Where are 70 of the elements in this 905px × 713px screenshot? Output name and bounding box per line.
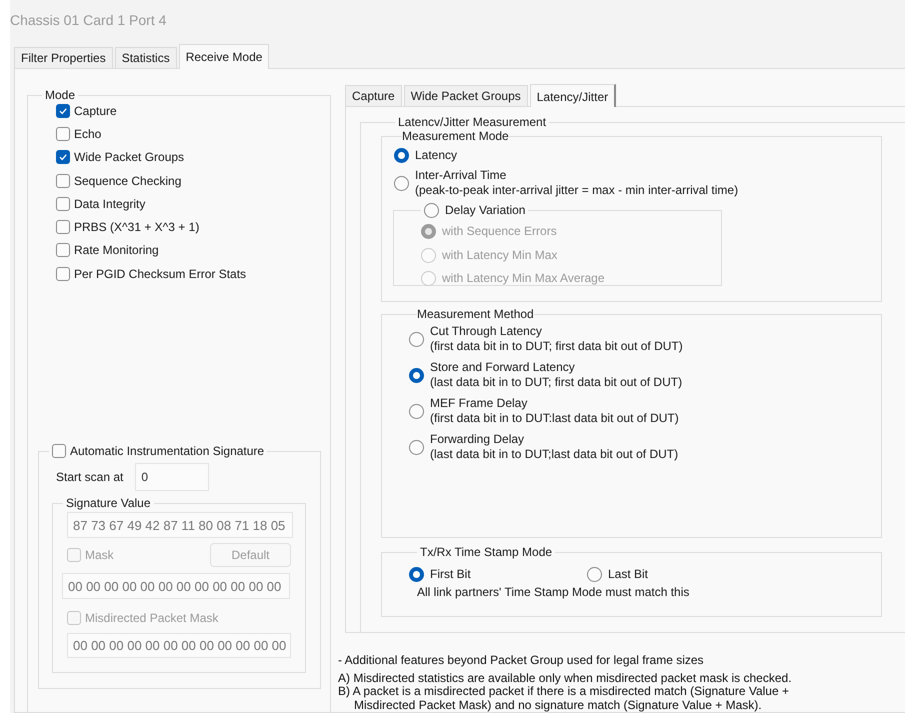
radio-description: (first data bit in to DUT:last data bit out of DUT) [430, 411, 679, 426]
radio-label: with Sequence Errors [442, 224, 557, 240]
radio-label: Forwarding Delay [430, 432, 526, 447]
radio-label: MEF Frame Delay [430, 396, 528, 411]
radio-button[interactable] [409, 440, 424, 454]
radio-label: Inter-Arrival Time [415, 168, 508, 183]
checkbox[interactable] [56, 174, 70, 188]
group-title: Measurement Method [417, 307, 534, 321]
radio-label: Store and Forward Latency [430, 360, 576, 375]
radio-description: (last data bit in to DUT;last data bit out of DUT) [430, 447, 678, 462]
checkbox-label: Capture [74, 104, 117, 118]
checkbox-label: PRBS (X^31 + X^3 + 1) [74, 220, 200, 234]
radio-button[interactable] [409, 566, 424, 582]
radio-label: First Bit [430, 566, 471, 582]
radio-button[interactable] [424, 202, 439, 218]
tab[interactable]: Capture [345, 85, 402, 106]
text-field[interactable]: 0 [135, 463, 210, 492]
tab[interactable]: Latency/Jitter [530, 84, 616, 107]
radio-label: Delay Variation [445, 202, 526, 218]
radio-button[interactable] [394, 148, 409, 162]
checkbox-label: Automatic Instrumentation Signature [70, 444, 264, 458]
checkbox[interactable] [56, 243, 70, 258]
checkbox[interactable] [52, 444, 66, 458]
group-title: Mode [45, 88, 76, 102]
checkbox[interactable] [56, 104, 70, 118]
radio-label: Latency [415, 148, 458, 162]
text-field[interactable]: 00 00 00 00 00 00 00 00 00 00 00 00 [62, 573, 290, 600]
checkbox-label: Per PGID Checksum Error Stats [74, 266, 246, 281]
checkbox-label: Mask [85, 548, 114, 562]
checkbox[interactable] [56, 150, 70, 164]
note-text: B) A packet is a misdirected packet if there is a misdirected match (Signature Value + Misdirected Packet Mask) and no signature match (Signature Value + Mask). [338, 685, 790, 712]
radio-button[interactable] [409, 332, 424, 346]
check-icon [58, 152, 68, 162]
checkbox[interactable] [56, 196, 70, 211]
checkbox-label: Echo [74, 126, 102, 141]
checkbox-label: Rate Monitoring [74, 243, 159, 258]
radio-label: Cut Through Latency [430, 324, 543, 339]
window-title: Chassis 01 Card 1 Port 4 [10, 11, 168, 30]
radio-description: (last data bit in to DUT; first data bit out of DUT) [430, 375, 682, 390]
checkbox-label: Wide Packet Groups [74, 150, 184, 164]
note-text: All link partners' Time Stamp Mode must match this [417, 585, 690, 599]
group-title: Tx/Rx Time Stamp Mode [420, 545, 552, 559]
group-title: Measurement Mode [402, 129, 509, 143]
note-text: - Additional features beyond Packet Group used for legal frame sizes [338, 654, 705, 668]
check-icon [58, 106, 68, 116]
text-field[interactable]: 00 00 00 00 00 00 00 00 00 00 00 00 [67, 633, 291, 658]
checkbox-label: Misdirected Packet Mask [85, 611, 218, 626]
radio-button[interactable] [409, 368, 424, 382]
tab[interactable]: Statistics [114, 47, 177, 68]
checkbox-label: Sequence Checking [74, 174, 182, 188]
radio-button[interactable] [394, 176, 409, 190]
checkbox[interactable] [56, 220, 70, 234]
group-title: Latencv/Jitter Measurement [398, 115, 546, 129]
tab[interactable]: Receive Mode [178, 44, 270, 69]
field-label: Start scan at [56, 470, 124, 484]
radio-description: (peak-to-peak inter-arrival jitter = max - min inter-arrival time) [415, 183, 738, 198]
tab[interactable]: Wide Packet Groups [404, 85, 528, 106]
note-text: A) Misdirected statistics are available only when misdirected packet mask is checked. [338, 672, 793, 685]
radio-label: with Latency Min Max Average [442, 271, 605, 286]
checkbox-label: Data Integrity [74, 196, 146, 211]
group-title: Signature Value [66, 496, 151, 510]
checkbox[interactable] [56, 266, 70, 281]
text-field[interactable]: 87 73 67 49 42 87 11 80 08 71 18 05 [67, 512, 293, 538]
radio-label: Last Bit [608, 566, 648, 582]
checkbox[interactable] [56, 126, 70, 141]
radio-button[interactable] [409, 404, 424, 418]
radio-label: with Latency Min Max [442, 248, 558, 263]
tab[interactable]: Filter Properties [14, 47, 113, 68]
radio-description: (first data bit in to DUT; first data bit out of DUT) [430, 339, 683, 354]
radio-button[interactable] [587, 566, 602, 582]
